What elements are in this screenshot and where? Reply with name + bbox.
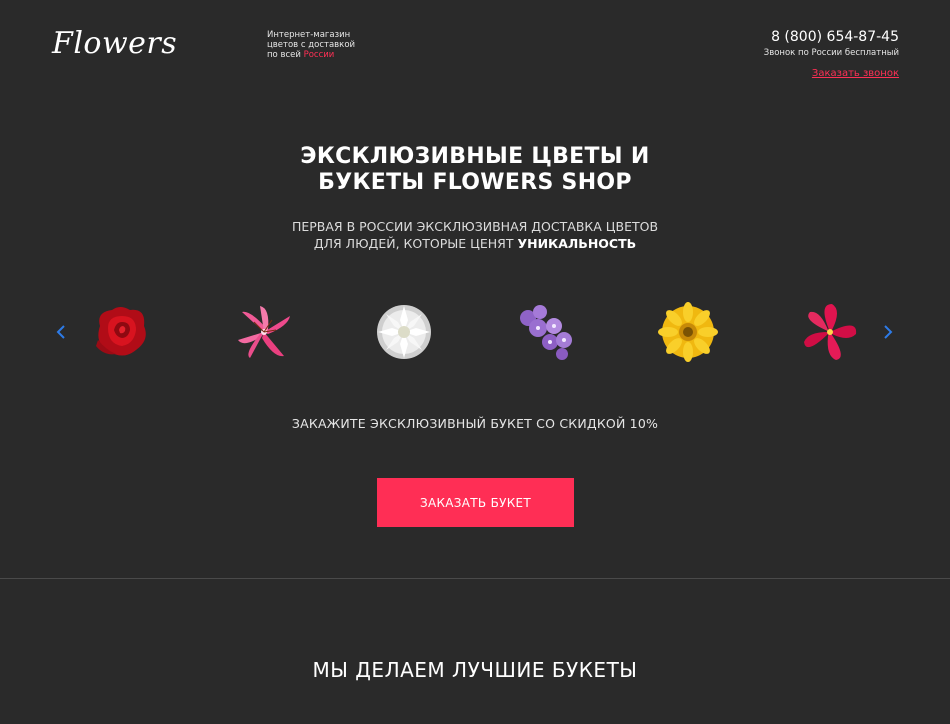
red-rose-image[interactable] [90, 300, 154, 364]
section-title: МЫ ДЕЛАЕМ ЛУЧШИЕ БУКЕТЫ [312, 658, 638, 682]
hero-subtitle-line-2: ДЛЯ ЛЮДЕЙ, КОТОРЫЕ ЦЕНЯТ УНИКАЛЬНОСТЬ [0, 235, 950, 252]
tagline-line-1: Интернет-магазин [267, 30, 351, 40]
tagline-line-3: по всей России [267, 50, 355, 60]
yellow-gerbera-image[interactable] [656, 300, 720, 364]
hero-subtitle: ПЕРВАЯ В РОССИИ ЭКСКЛЮЗИВНАЯ ДОСТАВКА ЦВ… [0, 218, 950, 252]
tagline-accent: России [303, 50, 335, 60]
crimson-alstroemeria-image[interactable] [798, 300, 862, 364]
tagline: Интернет-магазин цветов с доставкой по в… [267, 30, 355, 60]
hero-title-line-2: БУКЕТЫ FLOWERS SHOP [318, 170, 632, 195]
phone-number[interactable]: 8 (800) 654-87-45 [771, 29, 899, 45]
tagline-line-2: цветов с доставкой [267, 40, 356, 50]
flower-carousel [0, 300, 950, 370]
phone-note: Звонок по России бесплатный [763, 48, 899, 58]
section-divider [0, 578, 950, 579]
chevron-left-icon[interactable] [53, 324, 69, 344]
tagline-prefix: по всей [267, 50, 301, 60]
callback-link[interactable]: Заказать звонок [812, 68, 899, 79]
hero-subtitle-line-1: ПЕРВАЯ В РОССИИ ЭКСКЛЮЗИВНАЯ ДОСТАВКА ЦВ… [291, 219, 659, 234]
hero-subtitle-prefix: ДЛЯ ЛЮДЕЙ, КОТОРЫЕ ЦЕНЯТ [313, 236, 514, 251]
white-chrysanthemum-image[interactable] [372, 300, 436, 364]
hero-subtitle-bold: УНИКАЛЬНОСТЬ [517, 236, 637, 251]
order-bouquet-button[interactable]: ЗАКАЗАТЬ БУКЕТ [377, 478, 574, 527]
chevron-right-icon[interactable] [880, 324, 896, 344]
logo[interactable]: Flowers [52, 26, 177, 61]
offer-text: ЗАКАЖИТЕ ЭКСКЛЮЗИВНЫЙ БУКЕТ СО СКИДКОЙ 1… [291, 416, 659, 431]
lilac-phlox-image[interactable] [514, 300, 578, 364]
pink-lily-image[interactable] [232, 300, 296, 364]
hero-title-line-1: ЭКСКЛЮЗИВНЫЕ ЦВЕТЫ И [300, 144, 650, 169]
hero-title: ЭКСКЛЮЗИВНЫЕ ЦВЕТЫ И БУКЕТЫ FLOWERS SHOP [0, 144, 950, 196]
